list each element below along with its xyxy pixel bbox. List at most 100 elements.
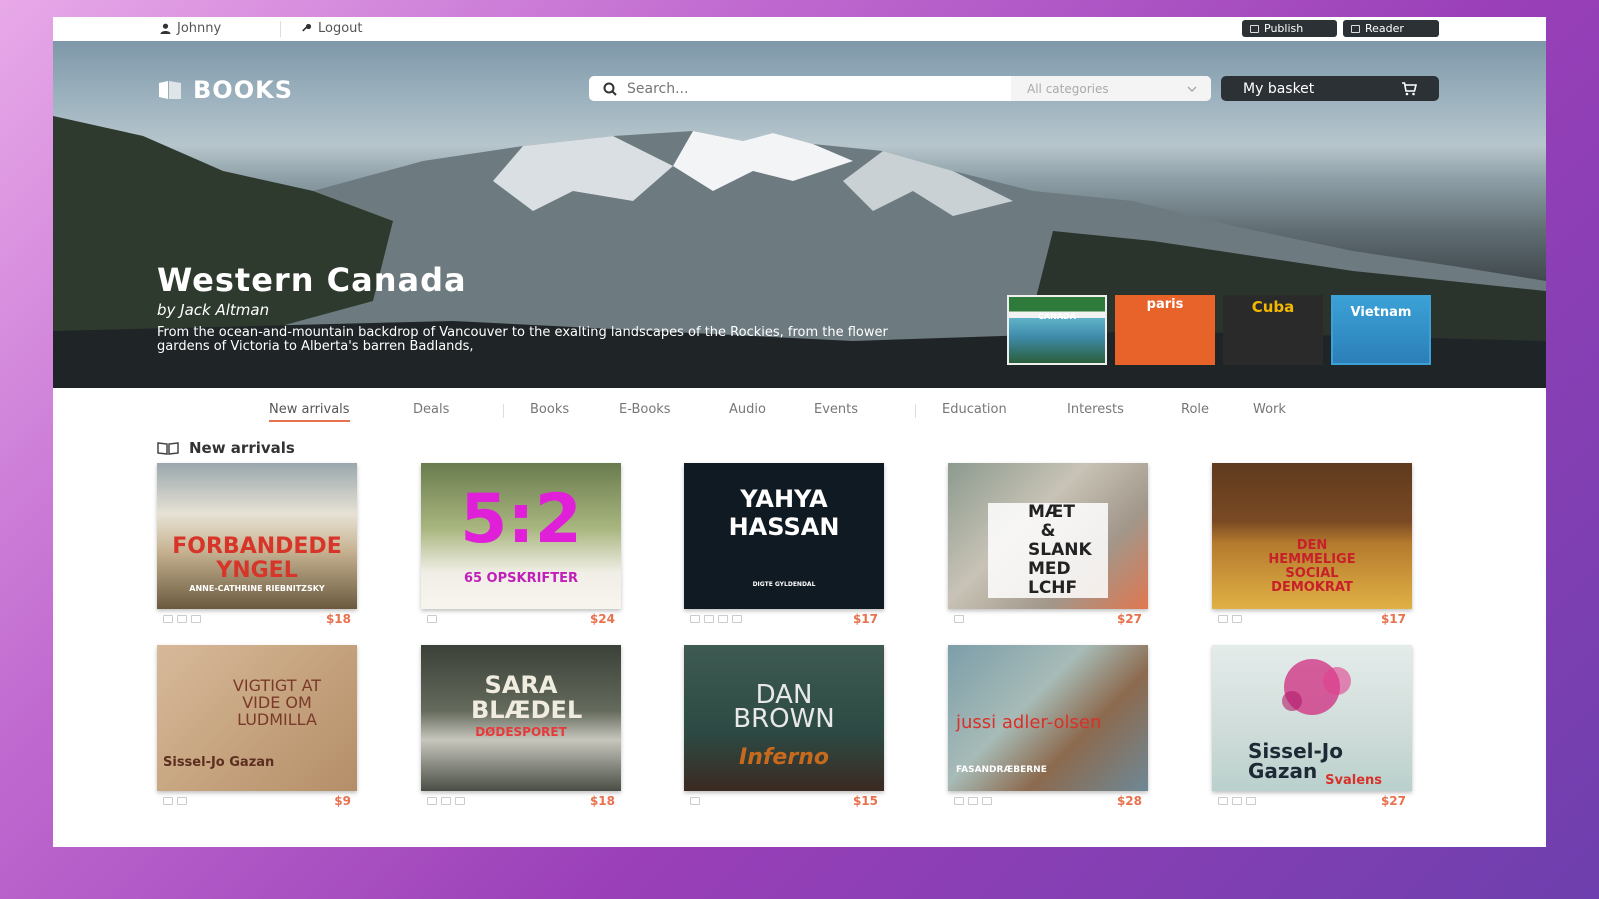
format-icons — [421, 797, 465, 805]
format-icons — [421, 615, 437, 623]
book-title: FORBANDEDE YNGEL — [172, 534, 342, 583]
book-cover[interactable]: FORBANDEDE YNGEL ANNE-CATHRINE RIEBNITZS… — [157, 463, 357, 609]
cover-vietnam[interactable]: Vietnam — [1331, 295, 1431, 365]
cover-cuba[interactable]: Cuba — [1223, 295, 1323, 365]
book-author: Inferno — [739, 745, 829, 770]
book-title: VIGTIGT AT VIDE OM LUDMILLA — [232, 676, 322, 729]
book-cover[interactable]: Sissel-Jo Gazan Svalens — [1212, 645, 1412, 791]
book-cover[interactable]: SARA BLÆDEL DØDESPORET — [421, 645, 621, 791]
book-meta: $17 — [1212, 612, 1412, 626]
nav-new-arrivals[interactable]: New arrivals — [269, 402, 350, 422]
hero-banner: BOOKS All categories My basket Western C… — [53, 41, 1546, 388]
reader-icon — [1351, 24, 1360, 33]
book-cover[interactable]: DAN BROWN Inferno — [684, 645, 884, 791]
book-cover[interactable]: YAHYA HASSAN DIGTE GYLDENDAL — [684, 463, 884, 609]
cover-paris[interactable]: paris — [1115, 295, 1215, 365]
nav-interests[interactable]: Interests — [1067, 402, 1124, 417]
ebook-format-icon — [177, 615, 187, 623]
book-cover[interactable]: DEN HEMMELIGE SOCIAL DEMOKRAT — [1212, 463, 1412, 609]
search-icon — [603, 82, 617, 96]
book-price: $27 — [1116, 612, 1142, 626]
search-input[interactable] — [627, 80, 1007, 97]
book-cover[interactable]: VIGTIGT AT VIDE OM LUDMILLA Sissel-Jo Ga… — [157, 645, 357, 791]
book-meta: $28 — [948, 794, 1148, 808]
book-price: $27 — [1380, 794, 1406, 808]
book-price: $24 — [589, 612, 615, 626]
book-cover[interactable]: MÆT & SLANK MED LCHF — [948, 463, 1148, 609]
book-title: DAN BROWN — [733, 680, 835, 734]
cover-title: CANADA — [1038, 312, 1076, 321]
book-author: DØDESPORET — [475, 725, 567, 739]
book-card[interactable]: DAN BROWN Inferno $15 — [684, 645, 884, 808]
format-icons — [1212, 797, 1256, 805]
brand-name: BOOKS — [193, 76, 293, 104]
book-title: SARA BLÆDEL — [471, 671, 583, 724]
book-title: 5:2 — [460, 480, 582, 559]
brand-logo[interactable]: BOOKS — [157, 76, 293, 104]
ebook-format-icon — [441, 797, 451, 805]
hero-title[interactable]: Western Canada — [157, 261, 467, 299]
book-format-icon — [1218, 615, 1228, 623]
featured-covers: CANADA paris Cuba Vietnam — [1007, 295, 1431, 365]
basket-button[interactable]: My basket — [1221, 76, 1439, 101]
publish-button[interactable]: Publish — [1242, 20, 1337, 37]
nav-books[interactable]: Books — [530, 402, 569, 417]
nav-ebooks[interactable]: E-Books — [619, 402, 671, 417]
audio-format-icon — [455, 797, 465, 805]
reader-button[interactable]: Reader — [1343, 20, 1439, 37]
book-cover[interactable]: jussi adler-olsen FASANDRÆBERNE — [948, 645, 1148, 791]
book-author: Sissel-Jo Gazan — [163, 755, 275, 770]
nav-work[interactable]: Work — [1253, 402, 1286, 417]
nav-deals[interactable]: Deals — [413, 402, 449, 417]
book-card[interactable]: jussi adler-olsen FASANDRÆBERNE $28 — [948, 645, 1148, 808]
section-heading: New arrivals — [157, 439, 295, 457]
book-meta: $18 — [421, 794, 621, 808]
book-card[interactable]: MÆT & SLANK MED LCHF $27 — [948, 463, 1148, 626]
format-icons — [948, 797, 992, 805]
basket-label: My basket — [1243, 80, 1315, 97]
book-cover[interactable]: 5:2 65 OPSKRIFTER — [421, 463, 621, 609]
book-card[interactable]: FORBANDEDE YNGEL ANNE-CATHRINE RIEBNITZS… — [157, 463, 357, 626]
nav-role[interactable]: Role — [1181, 402, 1209, 417]
pdf-format-icon — [732, 615, 742, 623]
book-format-icon — [690, 797, 700, 805]
book-meta: $17 — [684, 612, 884, 626]
hero-author: by Jack Altman — [157, 301, 270, 319]
book-meta: $18 — [157, 612, 357, 626]
user-link[interactable]: Johnny — [160, 21, 221, 36]
category-label: All categories — [1027, 81, 1109, 96]
book-author: FASANDRÆBERNE — [956, 765, 1047, 775]
book-format-icon — [954, 797, 964, 805]
book-author: Svalens — [1325, 773, 1382, 788]
nav-divider — [915, 404, 916, 418]
book-card[interactable]: 5:2 65 OPSKRIFTER $24 — [421, 463, 621, 626]
category-select[interactable]: All categories — [1011, 76, 1211, 101]
book-card[interactable]: DEN HEMMELIGE SOCIAL DEMOKRAT $17 — [1212, 463, 1412, 626]
publish-label: Publish — [1264, 22, 1304, 35]
nav-education[interactable]: Education — [942, 402, 1007, 417]
book-price: $17 — [1380, 612, 1406, 626]
nav-divider — [503, 404, 504, 418]
cover-canada[interactable]: CANADA — [1007, 295, 1107, 365]
hero-description: From the ocean-and-mountain backdrop of … — [157, 325, 888, 354]
format-icons — [157, 797, 187, 805]
book-card[interactable]: YAHYA HASSAN DIGTE GYLDENDAL $17 — [684, 463, 884, 626]
app-frame: Johnny Logout Publish Reader BOOKS Searc… — [53, 17, 1546, 847]
book-format-icon — [163, 615, 173, 623]
user-icon — [160, 23, 171, 34]
logout-link[interactable]: Logout — [301, 21, 363, 36]
book-card[interactable]: VIGTIGT AT VIDE OM LUDMILLA Sissel-Jo Ga… — [157, 645, 357, 808]
ebook-format-icon — [1232, 797, 1242, 805]
book-title: jussi adler-olsen — [956, 712, 1102, 733]
nav-events[interactable]: Events — [814, 402, 858, 417]
book-price: $28 — [1116, 794, 1142, 808]
book-price: $17 — [852, 612, 878, 626]
cover-title: paris — [1146, 297, 1184, 312]
audio-format-icon — [1246, 797, 1256, 805]
nav-audio[interactable]: Audio — [729, 402, 766, 417]
cart-icon — [1402, 81, 1417, 95]
book-card[interactable]: Sissel-Jo Gazan Svalens $27 — [1212, 645, 1412, 808]
chevron-down-icon — [1187, 85, 1197, 92]
book-card[interactable]: SARA BLÆDEL DØDESPORET $18 — [421, 645, 621, 808]
top-bar: Johnny Logout Publish Reader — [53, 17, 1546, 41]
